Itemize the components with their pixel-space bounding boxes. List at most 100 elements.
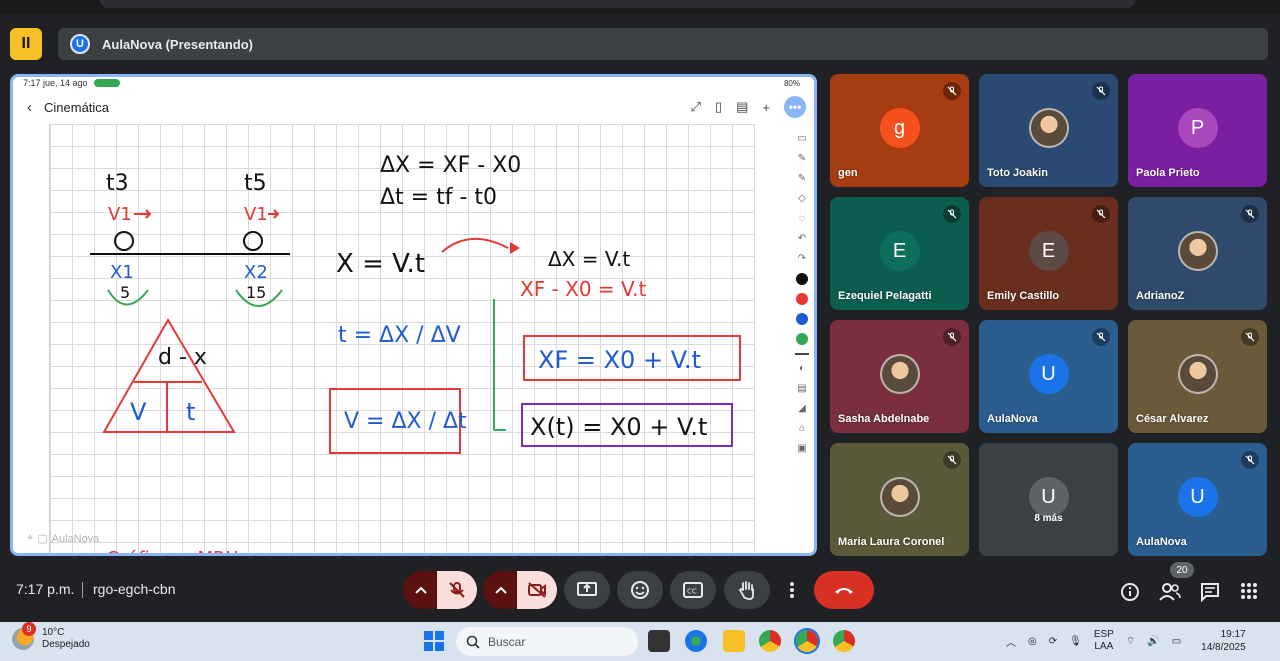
text-box-icon[interactable]: ▤ — [796, 383, 808, 395]
people-icon — [1159, 583, 1181, 601]
weather-icon: 9 — [12, 622, 36, 650]
participant-tile[interactable]: P Paola Prieto — [1128, 74, 1267, 187]
hand-icon — [738, 581, 754, 600]
reactions-button[interactable] — [617, 571, 663, 609]
participant-tile[interactable]: Maria Laura Coronel — [830, 443, 969, 556]
mic-options-button[interactable] — [403, 571, 439, 609]
leave-call-button[interactable] — [814, 571, 874, 609]
participant-tile[interactable]: U AulaNova — [979, 320, 1118, 433]
keyboard-layout: LAA — [1094, 641, 1114, 652]
more-options-button[interactable] — [780, 571, 804, 609]
participant-tile[interactable]: E Emily Castillo — [979, 197, 1118, 310]
chat-button[interactable] — [1200, 582, 1220, 602]
present-screen-button[interactable] — [564, 571, 610, 609]
more-options-icon[interactable]: ••• — [784, 96, 806, 118]
participant-tile[interactable]: Sasha Abdelnabe — [830, 320, 969, 433]
participant-tile[interactable]: g gen — [830, 74, 969, 187]
participant-tile[interactable]: Toto Joakin — [979, 74, 1118, 187]
lasso-icon[interactable]: ◌ — [796, 213, 808, 225]
highlighter-icon[interactable]: ✎ — [796, 173, 808, 185]
mic-off-icon — [943, 205, 961, 223]
undo-icon[interactable]: ↶ — [796, 233, 808, 245]
camera-options-button[interactable] — [483, 571, 519, 609]
tablet-status-bar: 7:17 jue, 14 ago 80% — [13, 77, 814, 89]
camera-toggle-button[interactable] — [517, 571, 557, 609]
presenting-title: AulaNova (Presentando) — [102, 36, 253, 52]
page-icon[interactable]: ▤ — [736, 99, 748, 115]
avatar: P — [1177, 108, 1218, 148]
browser-tabstrip — [0, 0, 1280, 14]
pen-icon[interactable]: ✎ — [796, 153, 808, 165]
color-blue-swatch[interactable] — [796, 313, 808, 325]
sync-icon[interactable]: ⟳ — [1049, 636, 1057, 647]
participant-name: AdrianoZ — [1136, 290, 1185, 302]
language-code: ESP — [1093, 629, 1114, 640]
mic-icon[interactable]: 🎙 — [1069, 636, 1082, 647]
whiteboard-canvas[interactable]: t3 t5 V1 V1 X1 X2 5 15 d - x V t ΔX = XF… — [49, 124, 755, 556]
start-button[interactable] — [424, 631, 444, 651]
watermark-label: AulaNova — [51, 532, 100, 545]
task-view-icon[interactable] — [648, 630, 670, 652]
file-explorer-icon[interactable] — [723, 630, 745, 652]
pin-icon[interactable]: ⌖ — [27, 532, 33, 545]
back-arrow-icon[interactable]: ‹ — [27, 99, 32, 116]
bottom-graphs-text: Gráficos : MRU : — [106, 548, 251, 556]
meet-window: II U AulaNova (Presentando) 7:17 jue, 14… — [0, 0, 1280, 661]
participant-tile[interactable]: U8 más — [979, 443, 1118, 556]
frame-icon[interactable]: ▢ — [37, 532, 47, 545]
color-green-swatch[interactable] — [796, 333, 808, 345]
volume-icon[interactable]: 🔊 — [1147, 636, 1159, 647]
avatar: E — [879, 231, 920, 271]
meeting-controls: 7:17 p.m. rgo-egch-cbn CC 20 — [0, 562, 1280, 618]
mic-off-icon — [1241, 451, 1259, 469]
battery-icon[interactable]: ▭ — [1172, 636, 1181, 647]
ruler-icon[interactable]: ◢ — [796, 403, 808, 415]
clock-date[interactable]: 19:17 14/8/2025 — [1201, 628, 1246, 654]
meeting-code[interactable]: rgo-egch-cbn — [93, 581, 176, 597]
address-bar[interactable] — [100, 0, 1135, 8]
expand-icon[interactable]: ⤢ — [691, 99, 701, 115]
weather-widget[interactable]: 9 10°C Despejado — [12, 622, 90, 651]
participant-name: AulaNova — [1136, 536, 1187, 548]
chrome-icon[interactable] — [759, 630, 781, 652]
image-icon[interactable]: ▣ — [796, 443, 808, 455]
stroke-width-icon[interactable] — [795, 353, 809, 355]
participant-tile[interactable]: E Ezequiel Pelagatti — [830, 197, 969, 310]
book-icon[interactable]: ▯ — [715, 99, 722, 115]
chrome-second-profile-icon[interactable] — [833, 630, 855, 652]
captions-button[interactable]: CC — [670, 571, 716, 609]
edge-browser-icon[interactable] — [685, 630, 707, 652]
participant-tile[interactable]: AdrianoZ — [1128, 197, 1267, 310]
avatar: U — [1177, 477, 1218, 517]
add-icon[interactable]: + — [762, 100, 770, 115]
people-button[interactable] — [1158, 582, 1182, 602]
os-taskbar: 9 10°C Despejado Buscar ︿ ◎ ⟳ 🎙 ESP LAA … — [0, 622, 1280, 661]
dvt-triangle — [102, 318, 236, 433]
camera-off-icon — [528, 582, 546, 598]
chrome-profile-icon[interactable] — [796, 630, 818, 652]
activities-button[interactable] — [1240, 582, 1258, 600]
eraser-icon[interactable]: ◇ — [796, 193, 808, 205]
color-black-swatch[interactable] — [796, 273, 808, 285]
label-v1-b: V1 — [244, 204, 268, 225]
classroom-badge[interactable]: II — [10, 28, 42, 60]
participant-tile[interactable]: César Alvarez — [1128, 320, 1267, 433]
color-red-swatch[interactable] — [796, 293, 808, 305]
participant-tile[interactable]: U AulaNova — [1128, 443, 1267, 556]
chat-icon — [1201, 583, 1219, 602]
redo-icon[interactable]: ↷ — [796, 253, 808, 265]
label-x1: X1 — [110, 262, 134, 283]
keyboard-icon[interactable]: ▭ — [796, 133, 808, 145]
taskbar-search[interactable]: Buscar — [456, 627, 638, 656]
tablet-battery: 80% — [783, 78, 800, 88]
mic-toggle-button[interactable] — [437, 571, 477, 609]
shape-icon[interactable]: ◐ — [796, 363, 808, 375]
meeting-details-button[interactable] — [1120, 582, 1140, 602]
language-indicator[interactable]: ESP LAA — [1094, 629, 1114, 653]
wifi-icon[interactable]: ⌔ — [1126, 635, 1135, 648]
stamp-icon[interactable]: ⌂ — [796, 423, 808, 435]
shield-icon[interactable]: ◎ — [1028, 636, 1037, 647]
raise-hand-button[interactable] — [724, 571, 770, 609]
chevron-up-icon[interactable]: ︿ — [1006, 634, 1016, 649]
participant-name: Toto Joakin — [987, 167, 1048, 179]
